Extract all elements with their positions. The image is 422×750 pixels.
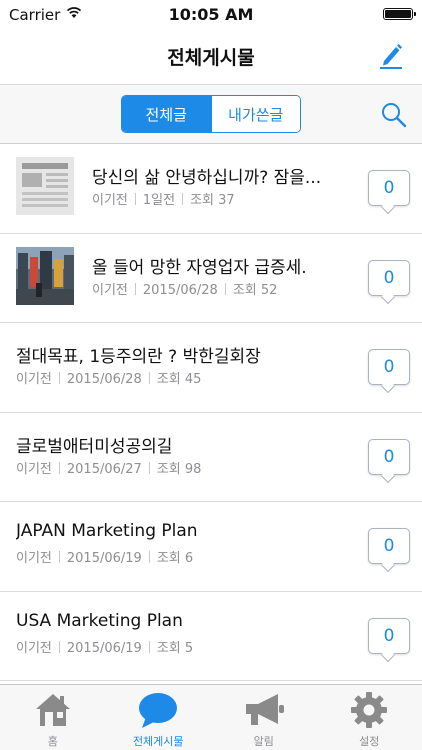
tab-posts[interactable]: 전체게시물 [106, 685, 212, 750]
post-views: 조회 52 [232, 282, 278, 298]
list-item[interactable]: USA Marketing Plan 이기전 2015/06/19 조회 5 0 [0, 592, 422, 681]
post-meta: 이기전 2015/06/28 조회 45 [16, 368, 201, 387]
list-item[interactable]: JAPAN Marketing Plan 이기전 2015/06/19 조회 6 0 [0, 502, 422, 592]
tab-posts-label: 전체게시물 [132, 735, 184, 748]
post-author: 이기전 [16, 461, 52, 477]
battery-icon [383, 8, 416, 20]
post-meta: 이기전 2015/06/19 조회 6 [16, 547, 193, 566]
post-thumbnail [16, 246, 74, 305]
compose-icon[interactable] [378, 42, 404, 70]
post-title: JAPAN Marketing Plan [16, 521, 198, 541]
tab-settings-label: 설정 [359, 735, 380, 748]
post-meta: 이기전 2015/06/28 조회 52 [92, 279, 277, 298]
post-date: 2015/06/19 [66, 551, 142, 566]
comment-count-badge[interactable]: 0 [368, 259, 410, 296]
tab-alerts-label: 알림 [253, 735, 274, 748]
status-time: 10:05 AM [168, 5, 254, 24]
gear-icon [351, 692, 388, 728]
comment-count-badge[interactable]: 0 [368, 349, 410, 385]
tab-home[interactable]: 홈 [0, 685, 106, 750]
post-views: 조회 5 [156, 640, 194, 656]
nav-bar: 전체게시물 [0, 28, 422, 84]
list-item[interactable]: 올 들어 망한 자영업자 급증세. 이기전 2015/06/28 조회 52 0 [0, 234, 422, 323]
post-title: USA Marketing Plan [16, 610, 183, 631]
comment-count-badge[interactable]: 0 [368, 617, 410, 654]
list-item[interactable]: 글로벌애터미성공의길 이기전 2015/06/27 조회 98 0 [0, 413, 422, 502]
post-list: 당신의 삶 안녕하십니까? 잠을... 이기전 1일전 조회 37 0 올 들어 망… [0, 144, 422, 681]
status-bar: Carrier 10:05 AM [0, 0, 422, 28]
comment-count-badge[interactable]: 0 [368, 170, 410, 206]
segment-all-posts[interactable]: 전체글 [122, 96, 211, 132]
post-title: 글로벌애터미성공의길 [16, 436, 173, 457]
list-item[interactable]: 절대목표, 1등주의란 ? 박한길회장 이기전 2015/06/28 조회 45 0 [0, 323, 422, 413]
post-date: 2015/06/28 [66, 372, 142, 387]
tab-alerts[interactable]: 알림 [211, 685, 317, 750]
post-meta: 이기전 1일전 조회 37 [92, 189, 235, 208]
comment-count-badge[interactable]: 0 [368, 438, 410, 475]
post-date: 2015/06/27 [66, 461, 142, 477]
home-icon [35, 694, 70, 726]
tab-settings[interactable]: 설정 [317, 685, 422, 750]
post-views: 조회 98 [156, 461, 202, 477]
post-title: 올 들어 망한 자영업자 급증세. [92, 257, 307, 278]
tab-home-label: 홈 [47, 735, 58, 748]
post-author: 이기전 [16, 640, 52, 656]
post-title: 당신의 삶 안녕하십니까? 잠을... [92, 168, 322, 188]
filter-bar: 전체글 내가쓴글 [0, 84, 422, 144]
megaphone-icon [245, 694, 284, 725]
post-thumbnail [16, 157, 74, 215]
post-author: 이기전 [92, 193, 128, 208]
post-date: 2015/06/19 [66, 640, 142, 656]
post-views: 조회 45 [156, 372, 202, 387]
post-author: 이기전 [92, 282, 128, 298]
search-icon[interactable] [380, 101, 408, 129]
segment-my-posts[interactable]: 내가쓴글 [210, 96, 300, 132]
post-date: 2015/06/28 [142, 282, 218, 298]
segmented-control: 전체글 내가쓴글 [121, 95, 301, 133]
post-date: 1일전 [142, 193, 176, 208]
post-author: 이기전 [16, 372, 52, 387]
post-author: 이기전 [16, 551, 52, 566]
speech-bubble-icon [139, 693, 178, 728]
list-item[interactable]: 당신의 삶 안녕하십니까? 잠을... 이기전 1일전 조회 37 0 [0, 144, 422, 234]
post-views: 조회 6 [156, 551, 194, 566]
page-title: 전체게시물 [167, 47, 255, 69]
post-title: 절대목표, 1등주의란 ? 박한길회장 [16, 347, 261, 367]
tab-bar: 홈 전체게시물 알림 설정 [0, 684, 422, 750]
comment-count-badge[interactable]: 0 [368, 528, 410, 564]
post-meta: 이기전 2015/06/27 조회 98 [16, 458, 201, 477]
post-views: 조회 37 [190, 193, 235, 208]
post-meta: 이기전 2015/06/19 조회 5 [16, 637, 193, 656]
